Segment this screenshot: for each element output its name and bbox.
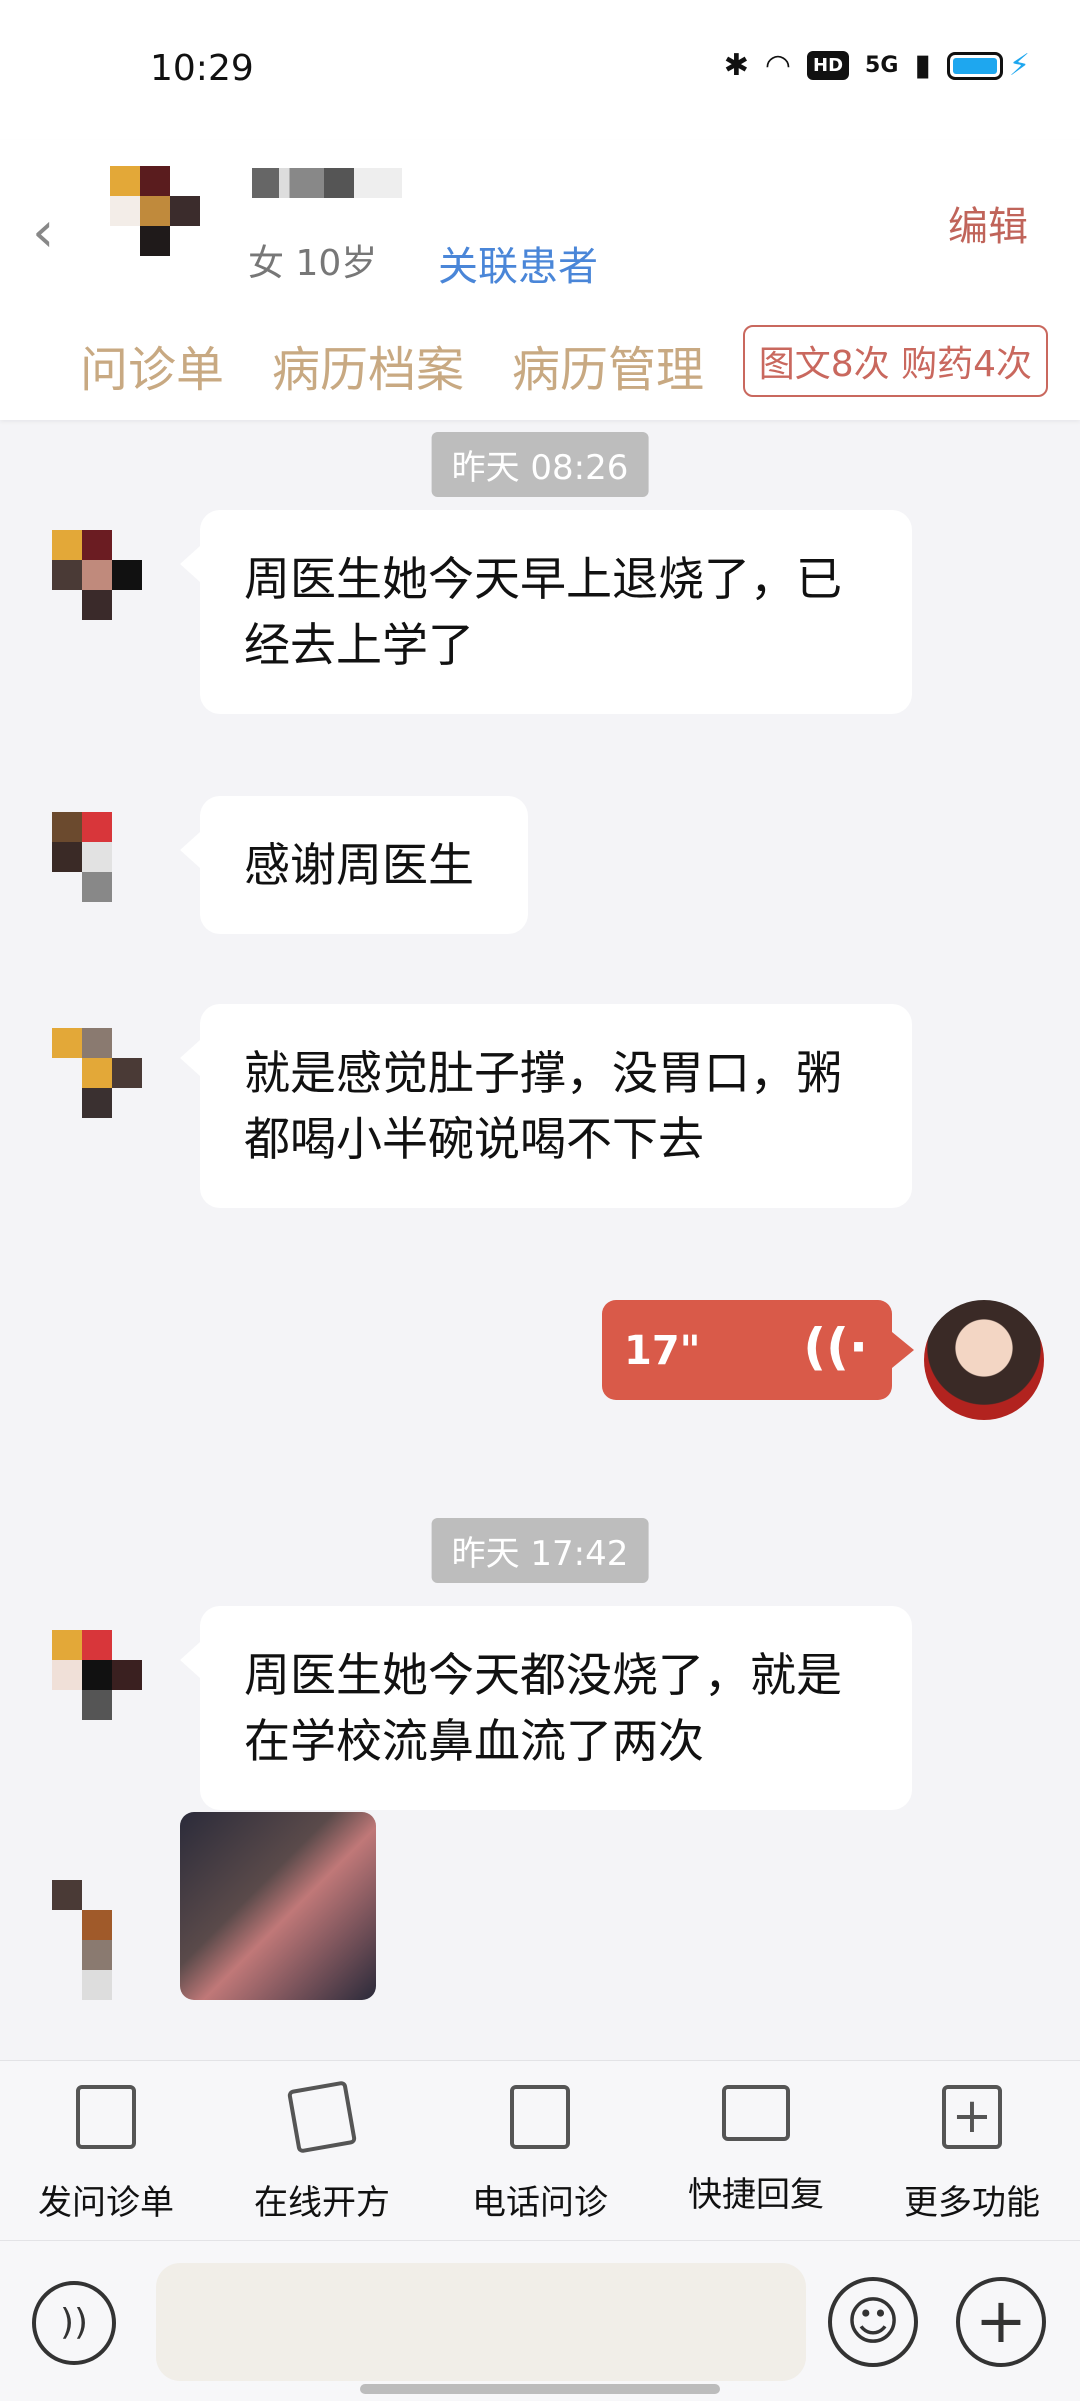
avatar[interactable]	[26, 812, 136, 932]
action-toolbar: 发问诊单 在线开方 电话问诊 快捷回复 + 更多功能	[0, 2060, 1080, 2241]
patient-avatar[interactable]	[110, 166, 200, 286]
timestamp: 昨天 08:26	[431, 432, 649, 497]
avatar[interactable]	[26, 1880, 136, 2000]
status-bar: 10:29 ✱ ◠ HD 5G ▮ ⚡	[0, 0, 1080, 140]
plus-icon[interactable]: +	[956, 2277, 1046, 2367]
image-message-thumbnail[interactable]	[180, 1812, 376, 2000]
status-icons: ✱ ◠ HD 5G ▮ ⚡	[724, 48, 1030, 83]
toolbar-label: 电话问诊	[472, 2183, 608, 2223]
voice-duration: 17"	[624, 1328, 701, 1374]
message-bubble[interactable]: 周医生她今天都没烧了，就是 在学校流鼻血流了两次	[180, 1606, 912, 1810]
quick-reply-icon	[722, 2085, 790, 2141]
online-prescription-button[interactable]: 在线开方	[222, 2080, 422, 2224]
form-icon	[76, 2085, 136, 2149]
chat-area[interactable]: 昨天 08:26 周医生她今天早上退烧了，已 经去上学了 感谢周医生 就是感觉肚…	[0, 420, 1080, 2060]
prescription-icon	[286, 2080, 358, 2154]
message-line: 经去上学了	[244, 618, 474, 672]
home-indicator[interactable]	[360, 2384, 720, 2394]
back-icon[interactable]: ‹	[32, 200, 54, 265]
voice-input-icon[interactable]: ))	[32, 2281, 116, 2365]
usage-badge[interactable]: 图文8次 购药4次	[742, 325, 1048, 397]
charging-icon: ⚡	[1008, 48, 1030, 83]
doctor-avatar[interactable]	[924, 1300, 1044, 1420]
timestamp: 昨天 17:42	[431, 1518, 649, 1583]
phone-consultation-button[interactable]: 电话问诊	[440, 2085, 640, 2224]
toolbar-label: 在线开方	[254, 2183, 390, 2223]
message-line: 都喝小半碗说喝不下去	[244, 1112, 704, 1166]
emoji-icon[interactable]: ☺	[828, 2277, 918, 2367]
phone-icon	[510, 2085, 570, 2149]
toolbar-label: 发问诊单	[38, 2183, 174, 2223]
message-line: 周医生她今天都没烧了，就是	[244, 1648, 842, 1702]
message-line: 周医生她今天早上退烧了，已	[244, 552, 842, 606]
signal-bars-icon: ▮	[914, 48, 931, 83]
toolbar-label: 更多功能	[904, 2183, 1040, 2223]
toolbar-label: 快捷回复	[688, 2175, 824, 2215]
message-line: 就是感觉肚子撑，没胃口，粥	[244, 1046, 842, 1100]
voice-wave-icon: ((·	[803, 1318, 868, 1376]
avatar[interactable]	[26, 1630, 142, 1750]
voice-message[interactable]: 17" ((·	[602, 1300, 914, 1400]
message-bubble[interactable]: 感谢周医生	[180, 796, 528, 934]
hd-icon: HD	[807, 51, 850, 80]
message-bubble[interactable]: 周医生她今天早上退烧了，已 经去上学了	[180, 510, 912, 714]
status-time: 10:29	[150, 48, 254, 89]
header-tabs: 问诊单 病历档案 病历管理	[80, 330, 704, 400]
bluetooth-icon: ✱	[723, 48, 749, 83]
message-line: 感谢周医生	[244, 838, 474, 892]
battery-icon	[946, 51, 1003, 80]
wifi-icon: ◠	[764, 48, 792, 83]
quick-reply-button[interactable]: 快捷回复	[656, 2085, 856, 2216]
message-input[interactable]	[156, 2263, 806, 2381]
message-line: 在学校流鼻血流了两次	[244, 1714, 704, 1768]
message-bubble[interactable]: 就是感觉肚子撑，没胃口，粥 都喝小半碗说喝不下去	[180, 1004, 912, 1208]
link-patient-link[interactable]: 关联患者	[438, 234, 598, 292]
send-form-button[interactable]: 发问诊单	[6, 2085, 206, 2224]
patient-demographics: 女 10岁	[248, 243, 378, 284]
avatar[interactable]	[26, 1028, 142, 1148]
chat-header: ‹ 女 10岁 关联患者 编辑 问诊单 病历档案 病历管理 图文8次 购药4次	[0, 140, 1080, 420]
tab-medical-records[interactable]: 病历档案	[272, 330, 464, 400]
patient-name-blurred	[252, 168, 402, 198]
input-bar: )) ☺ +	[0, 2240, 1080, 2401]
edit-button[interactable]: 编辑	[948, 194, 1028, 252]
avatar[interactable]	[26, 530, 142, 650]
tab-records-management[interactable]: 病历管理	[512, 330, 704, 400]
more-plus-icon: +	[942, 2085, 1002, 2149]
more-functions-button[interactable]: + 更多功能	[872, 2085, 1072, 2224]
tab-consultation-form[interactable]: 问诊单	[80, 330, 224, 400]
signal-5g-icon: 5G	[865, 53, 899, 78]
